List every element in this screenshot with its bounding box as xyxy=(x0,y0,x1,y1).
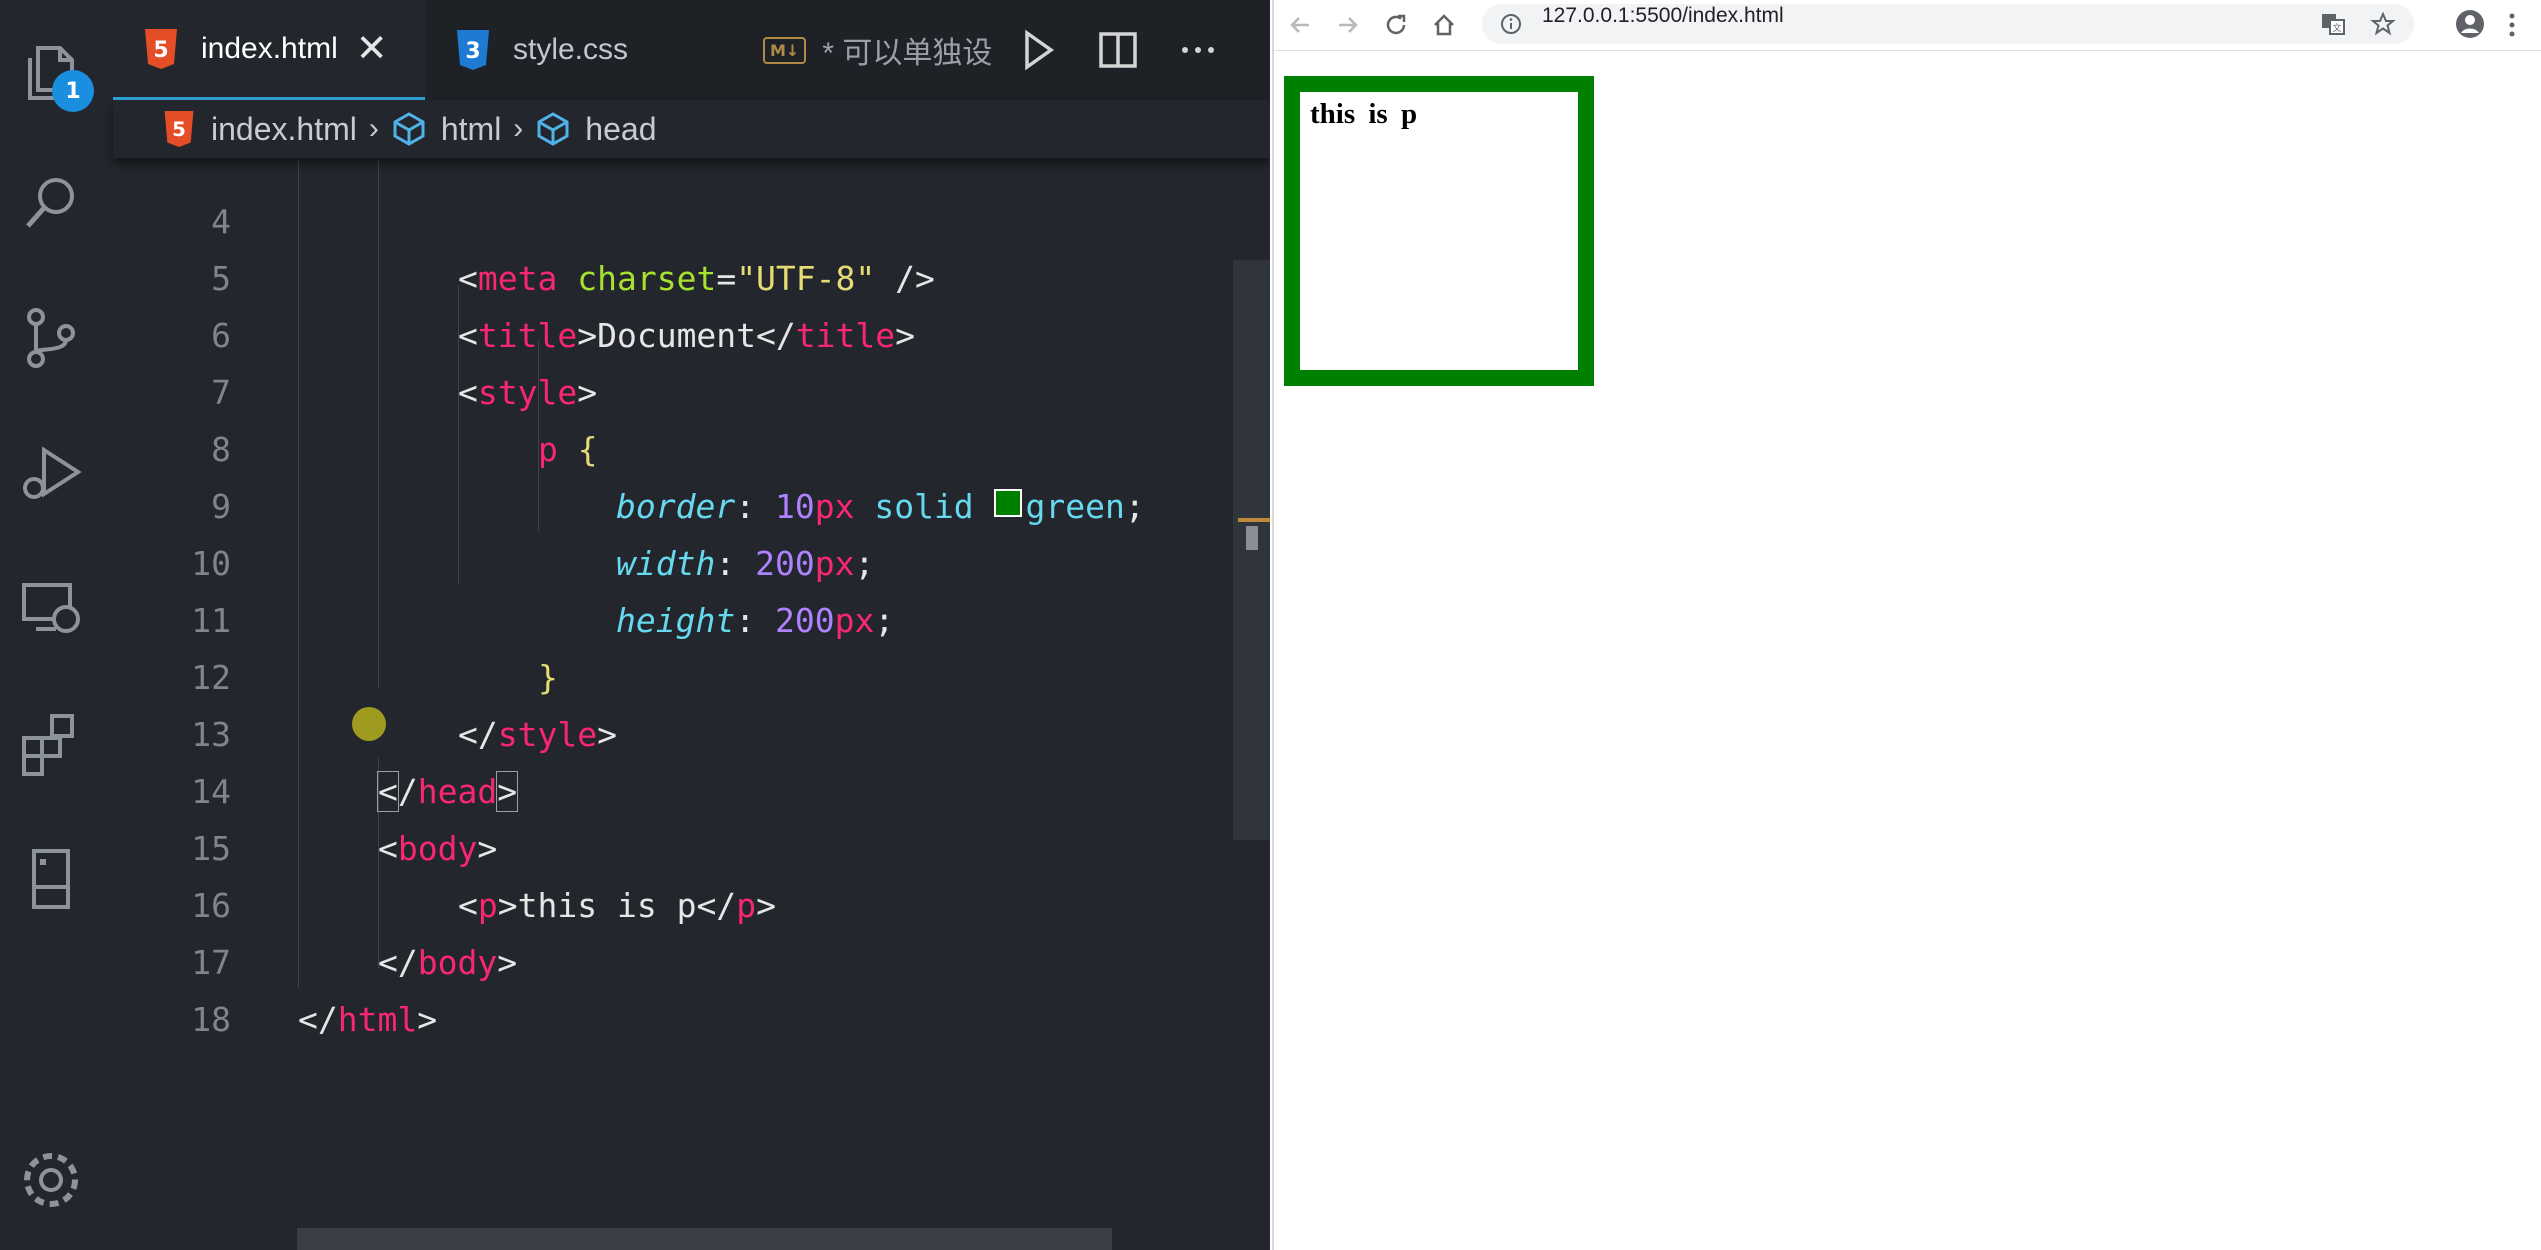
svg-text:文: 文 xyxy=(2332,22,2341,34)
browser-menu-icon[interactable] xyxy=(2506,10,2518,40)
info-icon[interactable] xyxy=(1500,13,1522,35)
cube-symbol-icon xyxy=(393,112,425,146)
scrollbar-marker xyxy=(1238,518,1270,522)
panel-icon[interactable] xyxy=(16,843,86,913)
extensions-icon[interactable] xyxy=(16,708,86,778)
code-line: 17 </html> xyxy=(191,943,438,1039)
mouse-cursor-highlight xyxy=(352,707,386,741)
code-line: 10 height: 200px; xyxy=(191,544,895,640)
explorer-badge: 1 xyxy=(52,70,94,112)
html5-icon: 5 xyxy=(164,111,194,147)
code-line: 11 } xyxy=(191,601,558,697)
activity-bar: 1 xyxy=(0,0,103,1250)
breadcrumb: 5 index.html › html › head xyxy=(113,100,1270,158)
scrollbar-thumb[interactable] xyxy=(1246,526,1258,550)
source-control-icon[interactable] xyxy=(16,303,86,373)
code-line: 7 p { xyxy=(211,373,598,469)
run-debug-icon[interactable] xyxy=(16,438,86,508)
back-arrow-icon[interactable] xyxy=(1282,7,1318,43)
html5-icon: 5 xyxy=(145,28,177,69)
code-line: 16 </body> xyxy=(191,886,518,982)
more-actions-icon[interactable] xyxy=(1173,25,1223,75)
code-line: 5 <title>Document</title> xyxy=(211,259,916,355)
rendered-paragraph-box: this is p xyxy=(1284,76,1594,386)
url-text: 127.0.0.1:5500/index.html xyxy=(1542,4,1784,27)
cube-symbol-icon xyxy=(537,112,569,146)
remote-explorer-icon[interactable] xyxy=(16,573,86,643)
code-line: 4 <meta charset="UTF-8" /> xyxy=(211,202,935,298)
css3-icon: 3 xyxy=(457,30,489,70)
breadcrumb-head[interactable]: head xyxy=(535,111,656,148)
code-line: 8 border: 10px solid green; xyxy=(211,430,1145,526)
svg-text:5: 5 xyxy=(153,38,168,63)
markdown-icon: M↓ xyxy=(763,36,807,64)
code-line: 9 width: 200px; xyxy=(211,487,875,583)
tab-label: * 可以单独设 xyxy=(822,37,993,70)
breadcrumb-separator: › xyxy=(368,112,379,145)
tab-bar: 5 index.html ✕ 3 style.css M↓ * 可以单独设 xyxy=(113,0,1270,100)
address-bar[interactable]: 127.0.0.1:5500/index.html 文 xyxy=(1482,4,2414,44)
svg-text:3: 3 xyxy=(465,39,480,64)
forward-arrow-icon[interactable] xyxy=(1330,7,1366,43)
code-line: 12 </style> xyxy=(191,658,617,754)
run-play-icon[interactable] xyxy=(1013,25,1063,75)
settings-gear-icon[interactable] xyxy=(16,1145,86,1215)
code-line: 13 </head> xyxy=(191,715,519,812)
tab-label: style.css xyxy=(513,33,629,66)
code-line: 14 <body> xyxy=(191,772,498,868)
code-line: 15 <p>this is p</p> xyxy=(191,829,776,925)
profile-avatar-icon[interactable] xyxy=(2454,8,2486,40)
horizontal-scrollbar[interactable] xyxy=(297,1228,1112,1250)
breadcrumb-file[interactable]: 5 index.html xyxy=(161,111,357,148)
close-icon[interactable]: ✕ xyxy=(356,30,388,68)
split-editor-icon[interactable] xyxy=(1093,25,1143,75)
search-icon[interactable] xyxy=(16,168,86,238)
vscode-window: 1 5 index.html ✕ 3 style.css M↓ * 可以单独设 … xyxy=(0,0,1270,1250)
rendered-paragraph-text: this is p xyxy=(1310,98,1418,130)
browser-toolbar: 127.0.0.1:5500/index.html 文 xyxy=(1274,0,2541,51)
vertical-scrollbar[interactable] xyxy=(1233,260,1270,840)
code-line: 6 <style> xyxy=(211,316,598,412)
home-icon[interactable] xyxy=(1426,7,1462,43)
code-editor[interactable]: 4 <meta charset="UTF-8" /> 5 <title>Docu… xyxy=(113,158,1233,1250)
svg-text:5: 5 xyxy=(172,118,186,141)
bookmark-star-icon[interactable] xyxy=(2370,11,2396,37)
code-line: 18 xyxy=(191,1000,231,1039)
breadcrumb-html[interactable]: html xyxy=(391,111,501,148)
tab-label: index.html xyxy=(201,31,338,65)
reload-icon[interactable] xyxy=(1378,7,1414,43)
tab-index-html[interactable]: 5 index.html ✕ xyxy=(113,0,425,100)
browser-window: 127.0.0.1:5500/index.html 文 this is p xyxy=(1272,0,2541,1250)
translate-icon[interactable]: 文 xyxy=(2320,12,2346,36)
breadcrumb-separator: › xyxy=(513,112,524,145)
